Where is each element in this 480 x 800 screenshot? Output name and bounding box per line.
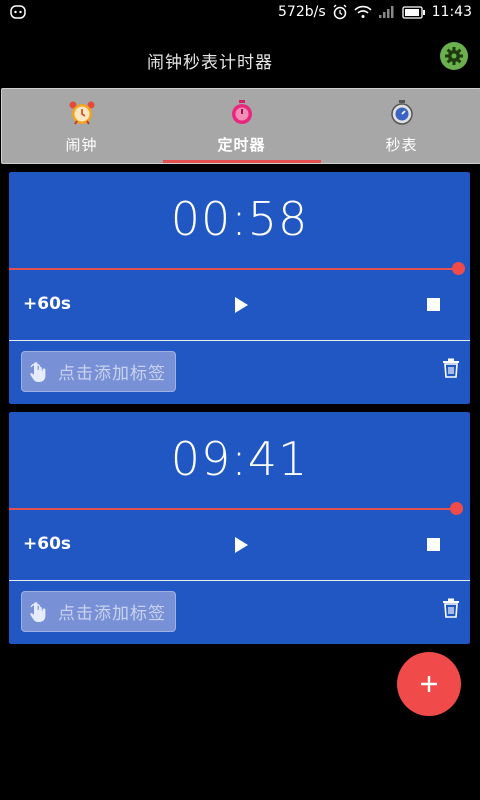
play-icon[interactable]: [232, 536, 250, 554]
settings-button[interactable]: [440, 42, 468, 70]
plus-icon: [421, 676, 437, 692]
tab-stopwatch[interactable]: 秒表: [322, 89, 480, 163]
add-60s-button[interactable]: +60s: [23, 534, 71, 554]
add-tag-button[interactable]: 点击添加标签: [21, 351, 176, 392]
alarm-status-icon: [333, 4, 347, 20]
tab-indicator: [163, 160, 321, 163]
timer-progress-bar: [9, 268, 460, 270]
trash-icon[interactable]: [442, 598, 460, 618]
trash-icon[interactable]: [442, 358, 460, 378]
tap-hand-icon: [30, 361, 46, 382]
signal-icon: [378, 6, 394, 18]
clock-time: 11:43: [431, 4, 472, 20]
timer-card: 00:58 +60s 点击添加标签: [9, 172, 470, 404]
tab-alarm[interactable]: 闹钟: [2, 89, 161, 163]
add-tag-label: 点击添加标签: [58, 364, 166, 384]
add-timer-button[interactable]: [397, 652, 461, 716]
tap-hand-icon: [30, 601, 46, 622]
add-tag-button[interactable]: 点击添加标签: [21, 591, 176, 632]
add-tag-label: 点击添加标签: [58, 604, 166, 624]
timer-time[interactable]: 00:58: [9, 192, 470, 246]
timer-progress-knob[interactable]: [452, 262, 465, 275]
tab-label: 定时器: [217, 136, 266, 154]
timer-icon: [231, 100, 252, 124]
tab-bar: 闹钟 定时器 秒表: [1, 88, 480, 164]
app-root: 572b/s 11:43 闹钟秒表计时器 闹钟 定时器 秒表 00:58 +60…: [0, 0, 480, 800]
timer-progress-knob[interactable]: [450, 502, 463, 515]
stopwatch-icon: [390, 100, 413, 125]
stop-icon[interactable]: [427, 538, 440, 551]
tab-label: 秒表: [385, 136, 418, 154]
add-60s-button[interactable]: +60s: [23, 294, 71, 314]
status-right: 572b/s 11:43: [278, 4, 472, 20]
play-icon[interactable]: [232, 296, 250, 314]
timer-progress-bar: [9, 508, 460, 510]
stop-icon[interactable]: [427, 298, 440, 311]
wifi-icon: [354, 5, 372, 18]
battery-icon: [401, 5, 425, 19]
network-speed: 572b/s: [278, 4, 326, 20]
app-bar: 闹钟秒表计时器: [0, 30, 480, 86]
status-bar: 572b/s 11:43: [0, 0, 480, 26]
timer-card: 09:41 +60s 点击添加标签: [9, 412, 470, 644]
app-title: 闹钟秒表计时器: [147, 53, 273, 73]
tab-timer[interactable]: 定时器: [162, 89, 321, 163]
timer-time[interactable]: 09:41: [9, 432, 470, 486]
notification-icon: [10, 5, 26, 19]
tab-label: 闹钟: [65, 136, 98, 154]
alarm-clock-icon: [69, 101, 94, 125]
gear-icon: [445, 47, 463, 65]
